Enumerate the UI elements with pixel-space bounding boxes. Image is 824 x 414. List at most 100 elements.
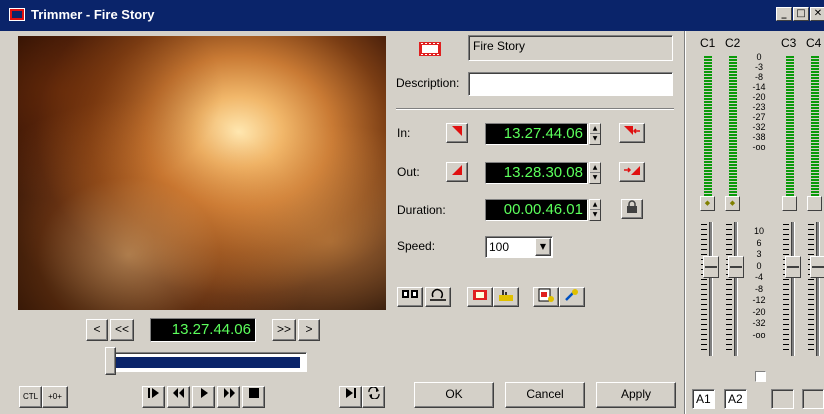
- level-meter-c4: [811, 56, 819, 196]
- next-frame-button[interactable]: >: [298, 319, 320, 341]
- properties-button[interactable]: [533, 287, 559, 307]
- ok-button[interactable]: OK: [414, 382, 494, 408]
- film-icon: [473, 290, 487, 300]
- current-timecode[interactable]: 13.27.44.06: [150, 318, 256, 342]
- channel-select-c1[interactable]: ◆: [700, 196, 715, 211]
- audio-track-button[interactable]: [493, 287, 519, 307]
- app-icon: [9, 8, 25, 21]
- go-to-out-icon: [624, 166, 640, 175]
- loop-play-icon: [367, 386, 380, 400]
- panel-divider: [684, 31, 686, 414]
- in-label: In:: [397, 126, 411, 140]
- fader-ticks-c1: [701, 224, 707, 352]
- output-slot-3[interactable]: [771, 389, 794, 409]
- title-bar[interactable]: Trimmer - Fire Story _ □ ✕: [0, 0, 824, 31]
- duration-spinner[interactable]: ▲ ▼: [589, 199, 601, 221]
- in-timecode[interactable]: 13.27.44.06: [485, 123, 588, 145]
- go-to-out-button[interactable]: [619, 162, 645, 182]
- rewind-button[interactable]: [167, 386, 190, 408]
- prev-frame-button[interactable]: <: [86, 319, 108, 341]
- video-preview: [18, 36, 386, 310]
- divider: [396, 108, 674, 110]
- window-title: Trimmer - Fire Story: [31, 7, 155, 22]
- fast-forward-button[interactable]: [217, 386, 240, 408]
- fader-ticks-c4: [808, 224, 814, 352]
- rewind-icon: [172, 388, 184, 398]
- scrub-track[interactable]: [110, 352, 307, 372]
- play-in-to-out-button[interactable]: [142, 386, 165, 408]
- play-segment-icon: [147, 388, 159, 398]
- close-button[interactable]: ✕: [810, 7, 824, 21]
- level-meter-c3: [786, 56, 794, 196]
- clip-name-field[interactable]: Fire Story: [468, 35, 673, 61]
- mark-in-button[interactable]: [446, 123, 468, 143]
- forward-fast-button[interactable]: >>: [272, 319, 296, 341]
- link-checkbox[interactable]: [755, 371, 766, 382]
- split-clip-button[interactable]: [397, 287, 423, 307]
- channel-label-c3: C3: [781, 36, 797, 50]
- fader-knob-c3[interactable]: [785, 256, 801, 278]
- channel-select-c3[interactable]: [782, 196, 797, 211]
- add-frame-button[interactable]: +0+: [42, 386, 68, 408]
- properties-icon: [538, 288, 554, 302]
- loop-icon: [430, 288, 446, 301]
- speed-value: 100: [489, 240, 510, 254]
- channel-label-c4: C4: [806, 36, 822, 50]
- out-spinner[interactable]: ▲ ▼: [589, 162, 601, 184]
- rewind-fast-button[interactable]: <<: [110, 319, 134, 341]
- stop-button[interactable]: [242, 386, 265, 408]
- video-track-button[interactable]: [467, 287, 493, 307]
- fader-track-c2: [734, 222, 738, 356]
- output-slot-4[interactable]: [802, 389, 824, 409]
- channel-select-c4[interactable]: [807, 196, 822, 211]
- cancel-button[interactable]: Cancel: [505, 382, 585, 408]
- split-icon: [402, 290, 418, 298]
- mark-in-icon: [452, 126, 462, 136]
- speed-label: Speed:: [397, 239, 436, 253]
- channel-label-c2: C2: [725, 36, 741, 50]
- loop-play-button[interactable]: [362, 386, 385, 408]
- play-to-mark-icon: [345, 388, 356, 398]
- mark-out-icon: [452, 165, 462, 175]
- fader-ticks-c3: [783, 224, 789, 352]
- play-icon: [200, 388, 208, 398]
- chevron-down-icon[interactable]: ▼: [535, 238, 551, 256]
- wrench-icon: [565, 289, 578, 301]
- fader-knob-c1[interactable]: [703, 256, 719, 278]
- description-label: Description:: [396, 76, 460, 90]
- audio-track-icon: [499, 290, 513, 301]
- fader-track-c3: [791, 222, 795, 356]
- fader-track-c1: [709, 222, 713, 356]
- fader-knob-c2[interactable]: [728, 256, 744, 278]
- level-meter-c2: [729, 56, 737, 196]
- mark-out-button[interactable]: [446, 162, 468, 182]
- output-a2[interactable]: A2: [724, 389, 747, 409]
- ctl-button[interactable]: CTL: [19, 386, 42, 408]
- play-button[interactable]: [192, 386, 215, 408]
- fader-knob-c4[interactable]: [810, 256, 824, 278]
- go-to-in-button[interactable]: [619, 123, 645, 143]
- level-meter-c1: [704, 56, 712, 196]
- apply-button[interactable]: Apply: [596, 382, 676, 408]
- lock-duration-button[interactable]: [621, 199, 643, 219]
- film-clip-icon: [418, 38, 442, 60]
- channel-select-c2[interactable]: ◆: [725, 196, 740, 211]
- scrub-fill: [114, 357, 300, 368]
- minimize-button[interactable]: _: [776, 7, 792, 21]
- output-a1[interactable]: A1: [692, 389, 715, 409]
- maximize-button[interactable]: □: [793, 7, 809, 21]
- loop-button[interactable]: [425, 287, 451, 307]
- fast-forward-icon: [223, 388, 235, 398]
- duration-timecode[interactable]: 00.00.46.01: [485, 199, 588, 221]
- meter-scale: 0 -3 -8 -14 -20 -23 -27 -32 -38 -oo: [752, 52, 766, 152]
- fader-scale: 10 6 3 0 -4 -8 -12 -20 -32 -oo: [752, 226, 766, 340]
- scrub-thumb[interactable]: [105, 347, 116, 375]
- out-timecode[interactable]: 13.28.30.08: [485, 162, 588, 184]
- speed-select[interactable]: 100 ▼: [485, 236, 553, 258]
- tools-button[interactable]: [559, 287, 585, 307]
- fader-track-c4: [816, 222, 820, 356]
- channel-label-c1: C1: [700, 36, 716, 50]
- in-spinner[interactable]: ▲ ▼: [589, 123, 601, 145]
- description-input[interactable]: [468, 72, 673, 96]
- play-to-out-button[interactable]: [339, 386, 362, 408]
